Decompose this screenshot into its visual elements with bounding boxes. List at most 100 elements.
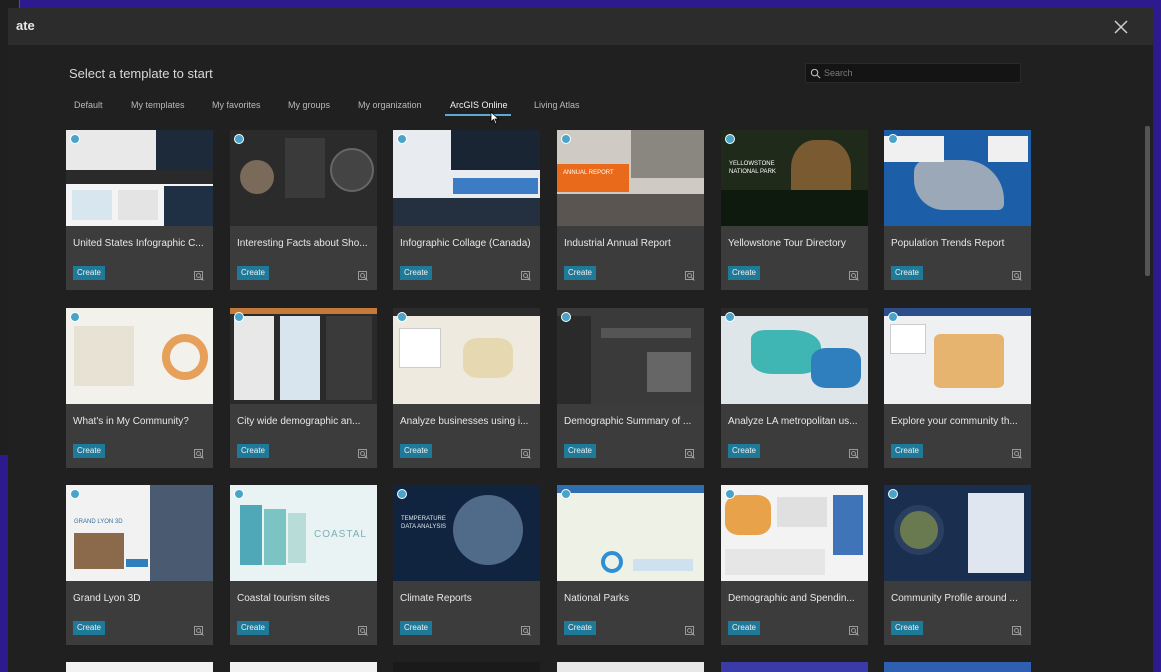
tab-my-groups[interactable]: My groups (288, 100, 330, 110)
template-card-partial[interactable] (721, 662, 868, 672)
preview-icon[interactable] (849, 623, 859, 636)
preview-icon[interactable] (521, 623, 531, 636)
preview-icon[interactable] (849, 446, 859, 459)
template-card[interactable]: ANNUAL REPORT Industrial Annual Report Cre… (557, 130, 704, 290)
template-card[interactable]: Population Trends Report Create (884, 130, 1031, 290)
globe-icon (234, 134, 244, 144)
globe-icon (888, 134, 898, 144)
template-thumbnail[interactable] (557, 308, 704, 404)
preview-icon[interactable] (358, 623, 368, 636)
preview-icon[interactable] (1012, 446, 1022, 459)
template-card[interactable]: Analyze LA metropolitan us... Create (721, 308, 868, 468)
template-title: United States Infographic C... (73, 238, 204, 249)
tab-arcgis-online[interactable]: ArcGIS Online (450, 100, 508, 110)
search-box[interactable] (805, 63, 1021, 83)
template-thumbnail[interactable] (66, 308, 213, 404)
template-card[interactable]: Interesting Facts about Sho... Create (230, 130, 377, 290)
template-card[interactable]: Infographic Collage (Canada) Create (393, 130, 540, 290)
template-card[interactable]: United States Infographic C... Create (66, 130, 213, 290)
create-button[interactable]: Create (564, 621, 596, 635)
template-card[interactable]: Explore your community th... Create (884, 308, 1031, 468)
tab-my-favorites[interactable]: My favorites (212, 100, 261, 110)
preview-icon[interactable] (685, 268, 695, 281)
template-thumbnail[interactable] (884, 308, 1031, 404)
create-button[interactable]: Create (564, 444, 596, 458)
template-card[interactable]: What's in My Community? Create (66, 308, 213, 468)
preview-icon[interactable] (849, 268, 859, 281)
template-card[interactable]: Demographic Summary of ... Create (557, 308, 704, 468)
preview-icon[interactable] (1012, 268, 1022, 281)
preview-icon[interactable] (521, 446, 531, 459)
create-button[interactable]: Create (728, 621, 760, 635)
create-button[interactable]: Create (400, 621, 432, 635)
template-card[interactable]: TEMPERATURE DATA ANALYSIS Climate Reports… (393, 485, 540, 645)
template-card-partial[interactable] (230, 662, 377, 672)
thumb-caption: GRAND LYON 3D (74, 519, 123, 525)
preview-icon[interactable] (1012, 623, 1022, 636)
template-card[interactable]: YELLOWSTONE NATIONAL PARK Yellowstone Tou… (721, 130, 868, 290)
tab-default[interactable]: Default (74, 100, 103, 110)
globe-icon (725, 489, 735, 499)
template-thumbnail[interactable] (884, 485, 1031, 581)
create-button[interactable]: Create (237, 621, 269, 635)
scrollbar[interactable] (1145, 126, 1150, 276)
preview-icon[interactable] (358, 446, 368, 459)
template-card-partial[interactable] (557, 662, 704, 672)
template-thumbnail[interactable]: YELLOWSTONE NATIONAL PARK (721, 130, 868, 226)
template-thumbnail[interactable] (393, 308, 540, 404)
template-card[interactable]: Community Profile around ... Create (884, 485, 1031, 645)
preview-icon[interactable] (194, 623, 204, 636)
globe-icon (70, 134, 80, 144)
template-card[interactable]: Demographic and Spendin... Create (721, 485, 868, 645)
template-thumbnail[interactable]: ANNUAL REPORT (557, 130, 704, 226)
template-card[interactable]: City wide demographic an... Create (230, 308, 377, 468)
template-thumbnail[interactable] (66, 130, 213, 226)
tab-my-templates[interactable]: My templates (131, 100, 185, 110)
preview-icon[interactable] (685, 446, 695, 459)
template-card-partial[interactable] (393, 662, 540, 672)
close-button[interactable] (1111, 17, 1131, 37)
search-input[interactable] (824, 68, 1014, 78)
template-thumbnail[interactable]: COASTAL (230, 485, 377, 581)
create-button[interactable]: Create (73, 444, 105, 458)
template-thumbnail[interactable] (721, 308, 868, 404)
globe-icon (397, 489, 407, 499)
preview-icon[interactable] (194, 446, 204, 459)
create-button[interactable]: Create (237, 444, 269, 458)
preview-icon[interactable] (521, 268, 531, 281)
template-card-partial[interactable] (884, 662, 1031, 672)
tab-living-atlas[interactable]: Living Atlas (534, 100, 580, 110)
create-button[interactable]: Create (728, 444, 760, 458)
template-thumbnail[interactable] (557, 485, 704, 581)
template-thumbnail[interactable]: GRAND LYON 3D (66, 485, 213, 581)
template-title: Analyze businesses using i... (400, 416, 529, 427)
template-card[interactable]: National Parks Create (557, 485, 704, 645)
create-button[interactable]: Create (400, 444, 432, 458)
template-card[interactable]: COASTAL Coastal tourism sites Create (230, 485, 377, 645)
tab-my-organization[interactable]: My organization (358, 100, 422, 110)
create-button[interactable]: Create (891, 621, 923, 635)
create-button[interactable]: Create (728, 266, 760, 280)
template-card[interactable]: GRAND LYON 3D Grand Lyon 3D Create (66, 485, 213, 645)
create-button[interactable]: Create (891, 266, 923, 280)
create-button[interactable]: Create (73, 266, 105, 280)
preview-icon[interactable] (685, 623, 695, 636)
template-title: Infographic Collage (Canada) (400, 238, 531, 249)
globe-icon (725, 312, 735, 322)
preview-icon[interactable] (194, 268, 204, 281)
create-button[interactable]: Create (73, 621, 105, 635)
create-button[interactable]: Create (564, 266, 596, 280)
template-thumbnail[interactable] (721, 485, 868, 581)
template-thumbnail[interactable]: TEMPERATURE DATA ANALYSIS (393, 485, 540, 581)
create-button[interactable]: Create (891, 444, 923, 458)
template-card-partial[interactable] (66, 662, 213, 672)
template-card[interactable]: Analyze businesses using i... Create (393, 308, 540, 468)
preview-icon[interactable] (358, 268, 368, 281)
globe-icon (561, 312, 571, 322)
create-button[interactable]: Create (400, 266, 432, 280)
create-button[interactable]: Create (237, 266, 269, 280)
template-thumbnail[interactable] (230, 130, 377, 226)
template-thumbnail[interactable] (230, 308, 377, 404)
template-thumbnail[interactable] (884, 130, 1031, 226)
template-thumbnail[interactable] (393, 130, 540, 226)
